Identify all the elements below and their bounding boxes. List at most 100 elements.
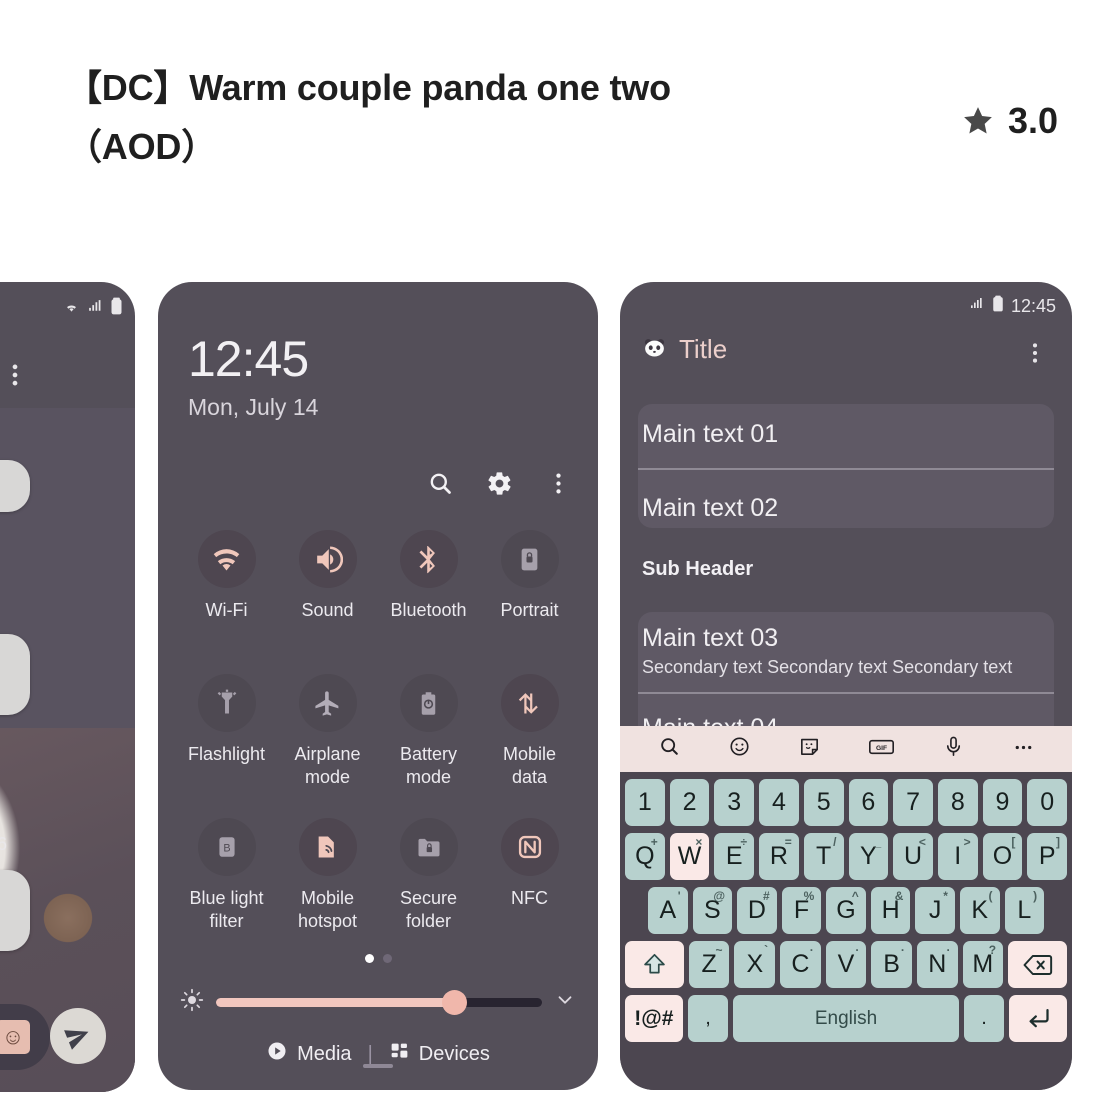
brightness-knob[interactable] xyxy=(441,989,467,1015)
key-m[interactable]: ? M xyxy=(962,941,1004,988)
more-icon[interactable] xyxy=(1012,735,1035,763)
qs-tile-portrait[interactable]: Portrait xyxy=(479,530,580,622)
send-icon[interactable] xyxy=(50,1008,106,1064)
panel-title: Title xyxy=(679,334,728,364)
key-k[interactable]: (K xyxy=(959,887,1000,934)
qs-tile-secure-folder[interactable]: Secure folder xyxy=(378,818,479,934)
qs-tile-flashlight[interactable]: Flashlight xyxy=(176,674,277,790)
key-5[interactable]: 5 xyxy=(803,779,844,826)
enter-icon[interactable] xyxy=(1009,995,1068,1042)
airplane-icon xyxy=(298,674,357,732)
key-1[interactable]: 1 xyxy=(625,779,665,826)
keyboard-toolbar[interactable]: GIF xyxy=(620,726,1072,772)
key-e[interactable]: ÷ E xyxy=(714,833,755,880)
key-4[interactable]: 4 xyxy=(759,779,799,826)
key-p[interactable]: ] P xyxy=(1027,833,1068,880)
nfc-icon xyxy=(500,818,559,876)
message-bubble[interactable]: s's number: 678 xyxy=(0,870,30,951)
key-i[interactable]: > I xyxy=(937,833,978,880)
overflow-menu-icon[interactable] xyxy=(545,470,572,502)
key-v[interactable]: · V xyxy=(825,941,867,988)
page-dot[interactable] xyxy=(382,954,392,963)
brightness-track[interactable] xyxy=(216,989,542,1015)
list-item[interactable]: Main text 03 xyxy=(642,624,778,653)
key-0[interactable]: 0 xyxy=(1027,779,1068,826)
key-2[interactable]: 2 xyxy=(669,779,710,826)
qs-tile-mobile-hotspot[interactable]: Mobile hotspot xyxy=(277,818,378,934)
qs-page-indicator[interactable] xyxy=(158,954,598,963)
comma-key[interactable]: , xyxy=(687,995,729,1042)
shift-icon[interactable] xyxy=(625,941,684,988)
conversation-action-bar[interactable] xyxy=(0,354,135,406)
key-u[interactable]: < U xyxy=(893,833,933,880)
brightness-slider[interactable] xyxy=(180,982,576,1022)
message-bubble[interactable]: dinner with xyxy=(0,460,30,513)
screenshot-list-keyboard-panel[interactable]: 12:45 Title Main text 01 Main text 02 Su… xyxy=(620,282,1072,1090)
key-n[interactable]: · N xyxy=(916,941,958,988)
key-j[interactable]: * J xyxy=(915,887,955,934)
message-bubble[interactable]: ebsite: aurant.com xyxy=(0,634,30,715)
qs-tile-sound[interactable]: Sound xyxy=(277,530,378,622)
gear-icon[interactable] xyxy=(486,470,513,502)
key-sup: [ xyxy=(1011,835,1016,849)
symbols-key[interactable]: !@# xyxy=(625,995,683,1042)
gif-icon[interactable]: GIF xyxy=(868,736,895,763)
key-b[interactable]: · B xyxy=(871,941,912,988)
qs-tile-mobile-data[interactable]: Mobile data xyxy=(479,674,580,790)
key-d[interactable]: # D xyxy=(737,887,777,934)
status-time: 12:45 xyxy=(1010,295,1056,316)
key-9[interactable]: 9 xyxy=(982,779,1023,826)
screenshot-messages-panel[interactable]: dinner with 2:34 ebsite: aurant.com ns. … xyxy=(0,282,135,1092)
key-x[interactable]: ` X xyxy=(734,941,776,988)
on-screen-keyboard[interactable]: GIF 1 2 3 4 5 6 7 8 9 0 +Q ×W ÷E =R xyxy=(620,726,1072,1090)
key-o[interactable]: [O xyxy=(982,833,1023,880)
backspace-icon[interactable] xyxy=(1008,941,1068,988)
key-t[interactable]: / T xyxy=(803,833,844,880)
key-f[interactable]: % F xyxy=(781,887,822,934)
chevron-down-icon[interactable] xyxy=(554,989,576,1016)
sticker-icon[interactable]: ☺ xyxy=(0,1020,30,1054)
search-icon[interactable] xyxy=(427,470,454,502)
key-h[interactable]: & H xyxy=(870,887,911,934)
microphone-icon[interactable] xyxy=(942,735,965,763)
qs-toolbar[interactable] xyxy=(427,470,572,502)
page-dot-active[interactable] xyxy=(364,954,374,963)
key-r[interactable]: = R xyxy=(759,833,799,880)
list-item[interactable]: Main text 01 xyxy=(642,420,778,449)
key-l[interactable]: ) L xyxy=(1004,887,1045,934)
key-y[interactable]: _ Y xyxy=(848,833,889,880)
qs-clock[interactable]: 12:45 xyxy=(188,330,309,388)
key-3[interactable]: 3 xyxy=(714,779,755,826)
key-s[interactable]: @ S xyxy=(692,887,733,934)
sticker-icon[interactable] xyxy=(798,735,821,763)
screenshot-quick-settings-panel[interactable]: 12:45 Mon, July 14 Wi-Fi Sound Bluetooth… xyxy=(158,282,598,1090)
key-c[interactable]: · C xyxy=(780,941,821,988)
keyboard-row-qwerty[interactable]: + Q × W ÷ E = R / T _ Y < U > I [O ] P xyxy=(620,833,1072,880)
drag-handle[interactable] xyxy=(158,1064,598,1068)
key-6[interactable]: 6 xyxy=(848,779,889,826)
key-7[interactable]: 7 xyxy=(893,779,933,826)
key-z[interactable]: ~ Z xyxy=(688,941,730,988)
overflow-menu-icon[interactable] xyxy=(1022,340,1048,371)
key-g[interactable]: ^ G xyxy=(826,887,866,934)
overflow-menu-icon[interactable] xyxy=(0,360,30,395)
keyboard-row-asdf[interactable]: ' A @ S # D % F ^ G & H * J (K ) L xyxy=(620,887,1072,934)
qs-tile-blue-light-filter[interactable]: B Blue light filter xyxy=(176,818,277,934)
key-8[interactable]: 8 xyxy=(937,779,978,826)
keyboard-row-bottom[interactable]: !@# , English . xyxy=(620,995,1072,1042)
period-key[interactable]: . xyxy=(963,995,1005,1042)
space-key[interactable]: English xyxy=(733,995,959,1042)
qs-tile-airplane-mode[interactable]: Airplane mode xyxy=(277,674,378,790)
list-item[interactable]: Main text 02 xyxy=(642,494,778,523)
qs-tile-battery-mode[interactable]: Battery mode xyxy=(378,674,479,790)
qs-tile-nfc[interactable]: NFC xyxy=(479,818,580,934)
key-q[interactable]: + Q xyxy=(625,833,665,880)
emoji-icon[interactable] xyxy=(728,735,751,763)
key-a[interactable]: ' A xyxy=(648,887,688,934)
qs-tile-bluetooth[interactable]: Bluetooth xyxy=(378,530,479,622)
keyboard-row-numbers[interactable]: 1 2 3 4 5 6 7 8 9 0 xyxy=(620,779,1072,826)
search-icon[interactable] xyxy=(658,735,681,763)
key-w[interactable]: × W xyxy=(669,833,710,880)
qs-tile-wifi[interactable]: Wi-Fi xyxy=(176,530,277,622)
keyboard-row-zxcv[interactable]: ~ Z ` X · C · V · B · N ? M xyxy=(620,941,1072,988)
